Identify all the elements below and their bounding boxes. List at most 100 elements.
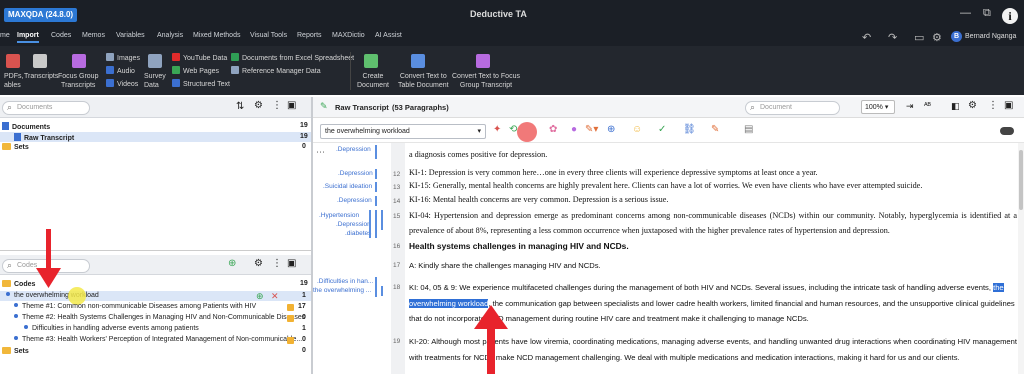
paragraph-heading[interactable]: Health systems challenges in managing HI…: [409, 239, 1017, 253]
menu-analysis[interactable]: Analysis: [157, 32, 183, 39]
layout-icon[interactable]: ▭: [914, 31, 924, 44]
menu-mixed-methods[interactable]: Mixed Methods: [193, 32, 240, 39]
minimize-icon[interactable]: —: [960, 7, 971, 19]
coding-stripe[interactable]: [375, 169, 377, 179]
memo-icon[interactable]: [287, 315, 294, 322]
codes-root[interactable]: Codes: [2, 280, 35, 288]
document-search-input[interactable]: Document: [745, 101, 840, 115]
code-item[interactable]: Theme #3: Health Workers' Perception of …: [14, 336, 302, 343]
emoji-icon[interactable]: ☺: [632, 124, 642, 135]
close-icon[interactable]: ✕: [271, 291, 279, 302]
import-youtube-button[interactable]: YouTube Data: [172, 53, 227, 63]
margin-code[interactable]: .Difficulties in han...: [317, 278, 373, 285]
codes-gear-icon[interactable]: ⚙: [254, 258, 263, 269]
coding-stripe[interactable]: [381, 286, 383, 296]
coding-stripe[interactable]: [369, 210, 371, 238]
memo-add-icon[interactable]: ✎: [711, 124, 719, 135]
create-document-button[interactable]: Create Document: [357, 72, 389, 90]
settings-icon[interactable]: ⚙: [932, 31, 942, 44]
convert-focus-button[interactable]: Convert Text to Focus Group Transcript: [452, 72, 520, 90]
gear-icon[interactable]: ⚙: [254, 100, 263, 111]
doc-gear-icon[interactable]: ⚙: [968, 100, 977, 111]
coding-stripe[interactable]: [375, 210, 377, 238]
paragraph-text[interactable]: KI-1: Depression is very common here…one…: [409, 166, 1017, 180]
paragraph-text[interactable]: KI-15: Generally, mental health concerns…: [409, 179, 1017, 193]
quick-code-icon[interactable]: ⊕: [607, 124, 615, 135]
filter-icon[interactable]: ⇅: [236, 101, 244, 112]
margin-code[interactable]: .Depression: [336, 146, 371, 153]
import-structured-button[interactable]: Structured Text: [172, 79, 230, 89]
add-code-icon[interactable]: ⊕: [256, 291, 264, 302]
import-images-button[interactable]: Images: [106, 53, 140, 63]
zoom-select[interactable]: 100% ▾: [861, 100, 895, 114]
tab-stop-icon[interactable]: ⇥: [906, 101, 914, 112]
import-webpages-button[interactable]: Web Pages: [172, 66, 219, 76]
import-audio-button[interactable]: Audio: [106, 66, 135, 76]
spellcheck-icon[interactable]: ᴬᴮ: [924, 101, 931, 110]
margin-code[interactable]: .Suicidal ideation: [323, 183, 372, 190]
document-item[interactable]: Raw Transcript: [14, 133, 74, 142]
code-sets[interactable]: Sets: [2, 347, 29, 355]
new-code-icon[interactable]: ⊕: [228, 258, 236, 269]
convert-table-button[interactable]: Convert Text to Table Document: [398, 72, 449, 90]
margin-code[interactable]: .diabetes: [345, 230, 371, 237]
import-pdfs-button[interactable]: PDFs, ables: [4, 72, 23, 90]
import-transcripts-button[interactable]: Transcripts: [24, 72, 58, 81]
menu-memos[interactable]: Memos: [82, 32, 105, 39]
menu-home[interactable]: me: [0, 32, 10, 39]
margin-code[interactable]: the overwhelming ...: [313, 287, 371, 294]
code-item[interactable]: Theme #2: Health Systems Challenges in M…: [14, 314, 305, 321]
import-focus-group-button[interactable]: Focus Group Transcripts: [58, 72, 98, 90]
paragraph-text[interactable]: A: Kindly share the challenges managing …: [409, 259, 1017, 273]
highlighter-icon[interactable]: ✦: [493, 124, 501, 135]
codes-more-icon[interactable]: ⋮: [272, 258, 282, 269]
margin-code[interactable]: .Depression: [336, 221, 371, 228]
menu-maxdictio[interactable]: MAXDictio: [332, 32, 365, 39]
emoticode-icon[interactable]: ✿: [549, 124, 557, 135]
margin-more-icon[interactable]: ⋯: [316, 147, 325, 158]
menu-reports[interactable]: Reports: [297, 32, 322, 39]
code-item[interactable]: Difficulties in handling adverse events …: [24, 325, 199, 332]
documents-root[interactable]: Documents: [2, 122, 50, 131]
code-selector[interactable]: the overwhelming workload ▾: [320, 124, 486, 139]
user-name[interactable]: Bernard Nganga: [965, 33, 1016, 40]
coding-stripe[interactable]: [375, 277, 377, 297]
margin-code[interactable]: .Hypertension: [319, 212, 359, 219]
menu-ai-assist[interactable]: AI Assist: [375, 32, 402, 39]
comment-icon[interactable]: ▤: [744, 124, 753, 135]
link-icon[interactable]: ⛓: [683, 124, 696, 135]
doc-more-icon[interactable]: ⋮: [988, 100, 998, 111]
restore-icon[interactable]: ⧉: [983, 7, 991, 20]
edit-icon[interactable]: ✎: [320, 101, 328, 112]
coding-stripe[interactable]: [375, 182, 377, 192]
doc-toggle-icon[interactable]: ▣: [1004, 100, 1013, 111]
paragraph-text[interactable]: KI-04: Hypertension and depression emerg…: [409, 208, 1017, 238]
info-icon[interactable]: i: [1002, 8, 1018, 24]
redo-icon[interactable]: ↷: [888, 31, 897, 44]
edit-mode-toggle[interactable]: [1000, 127, 1014, 135]
import-refmgr-button[interactable]: Reference Manager Data: [231, 66, 321, 76]
avatar[interactable]: B: [951, 31, 962, 42]
memo-icon[interactable]: [287, 337, 294, 344]
codes-panel-toggle-icon[interactable]: ▣: [287, 258, 296, 269]
panel-toggle-icon[interactable]: ▣: [287, 100, 296, 111]
check-icon[interactable]: ✓: [658, 124, 666, 135]
pen-icon[interactable]: ✎▾: [585, 124, 598, 135]
menu-codes[interactable]: Codes: [51, 32, 71, 39]
coding-stripe[interactable]: [375, 196, 377, 206]
import-videos-button[interactable]: Videos: [106, 79, 138, 89]
import-excel-button[interactable]: Documents from Excel Spreadsheet: [231, 53, 354, 63]
menu-visual-tools[interactable]: Visual Tools: [250, 32, 287, 39]
paragraph-text[interactable]: KI-16: Mental health concerns are very c…: [409, 193, 1017, 207]
scrollbar-thumb[interactable]: [1019, 150, 1023, 210]
coding-stripe[interactable]: [381, 210, 383, 230]
menu-variables[interactable]: Variables: [116, 32, 145, 39]
menu-import[interactable]: Import: [17, 32, 39, 43]
more-icon[interactable]: ⋮: [272, 100, 282, 111]
document-sets[interactable]: Sets: [2, 143, 29, 151]
color-code-icon[interactable]: ●: [571, 124, 577, 135]
split-icon[interactable]: ◧: [951, 101, 960, 112]
code-item[interactable]: Theme #1: Common non-communicable Diseas…: [14, 303, 256, 310]
margin-code[interactable]: .Depression: [337, 197, 372, 204]
documents-search-input[interactable]: Documents: [2, 101, 90, 115]
